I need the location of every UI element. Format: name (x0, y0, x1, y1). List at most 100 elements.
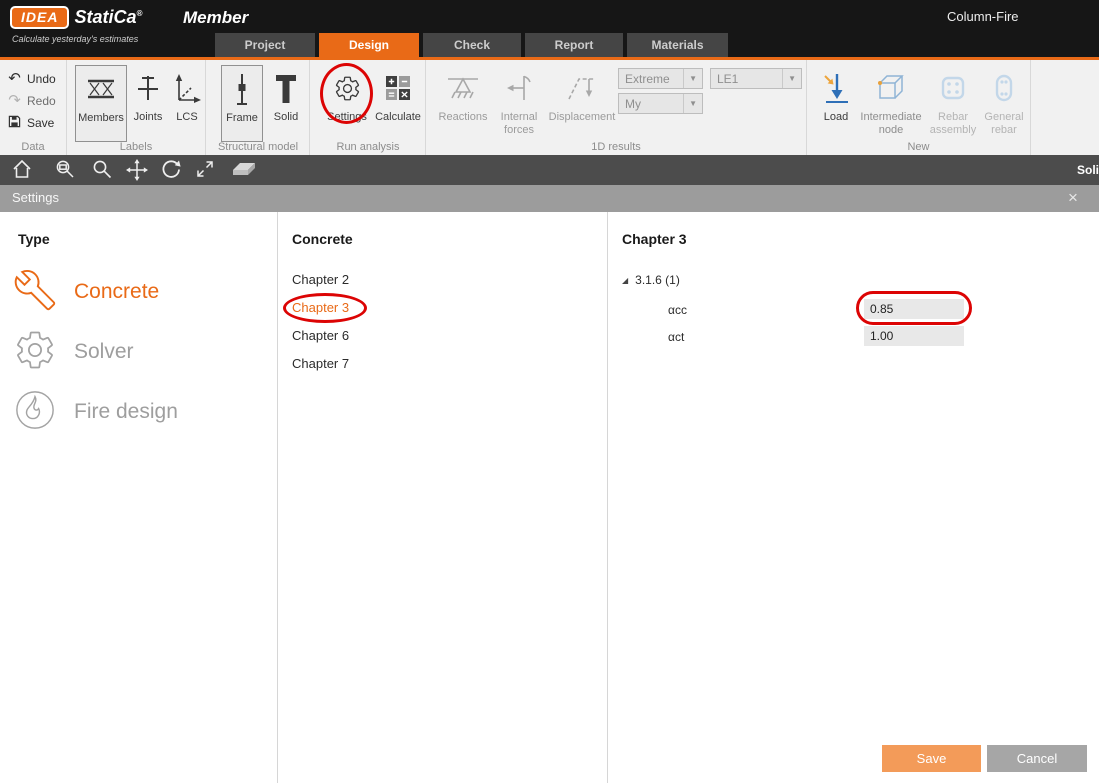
chevron-down-icon: ▼ (782, 69, 801, 88)
group-label-run-analysis: Run analysis (311, 141, 425, 153)
solid-icon (274, 65, 298, 111)
undo-icon: ↶ (7, 71, 22, 86)
acc-input[interactable] (864, 299, 964, 319)
column-divider (277, 212, 278, 783)
wrench-icon (14, 269, 56, 316)
chapter-detail-header: Chapter 3 (622, 231, 687, 247)
ribbon: ↶ Undo ↷ Redo Save Data Members Joints (0, 60, 1099, 155)
chevron-down-icon: ▼ (683, 69, 702, 88)
rebar-assembly-button[interactable]: Rebar assembly (927, 65, 979, 142)
chapter-item-7[interactable]: Chapter 7 (292, 356, 349, 376)
type-item-concrete[interactable]: Concrete (14, 268, 159, 316)
concrete-column-header: Concrete (292, 231, 353, 247)
type-item-solver[interactable]: Solver (14, 328, 134, 376)
displacement-button[interactable]: Displacement (546, 65, 618, 142)
lcs-icon (173, 65, 201, 111)
title-bar: IDEA StatiCa® Calculate yesterday's esti… (0, 0, 1099, 57)
chapter-item-6[interactable]: Chapter 6 (292, 328, 349, 348)
close-icon[interactable]: × (1068, 188, 1078, 208)
internal-forces-icon (504, 65, 534, 111)
intermediate-node-button[interactable]: Intermediate node (857, 65, 925, 142)
acc-field-label: αcc (668, 303, 687, 317)
tab-project[interactable]: Project (215, 33, 315, 57)
settings-panel-header: Settings × (0, 185, 1099, 212)
displacement-icon (565, 65, 599, 111)
group-label-data: Data (0, 141, 66, 153)
frame-button[interactable]: Frame (221, 65, 263, 142)
members-icon (86, 66, 116, 112)
home-icon[interactable] (12, 159, 32, 184)
rebar-assembly-icon (938, 65, 968, 111)
group-label-new: New (807, 141, 1030, 153)
ribbon-group-data: ↶ Undo ↷ Redo Save Data (0, 60, 67, 155)
undo-button[interactable]: ↶ Undo (7, 69, 56, 88)
tab-materials[interactable]: Materials (627, 33, 728, 57)
intermediate-node-icon (876, 65, 906, 111)
ribbon-group-structural-model: Frame Solid Structural model (207, 60, 310, 155)
component-dropdown-value: My (625, 97, 641, 111)
app-window: IDEA StatiCa® Calculate yesterday's esti… (0, 0, 1099, 783)
ribbon-group-run-analysis: Settings Calculate Run analysis (311, 60, 426, 155)
general-rebar-button[interactable]: General rebar (979, 65, 1029, 142)
group-label-labels: Labels (67, 141, 205, 153)
type-item-fire-design[interactable]: Fire design (14, 388, 178, 436)
chapter-item-3[interactable]: Chapter 3 (292, 300, 349, 320)
solid-view-icon[interactable] (231, 159, 257, 184)
tagline: Calculate yesterday's estimates (12, 34, 138, 44)
view-mode-label: Solid (1077, 163, 1099, 177)
frame-icon (233, 66, 251, 112)
chevron-down-icon: ▼ (683, 94, 702, 113)
chapter-item-2[interactable]: Chapter 2 (292, 272, 349, 292)
idea-logo-mark: IDEA (10, 6, 69, 29)
ribbon-group-labels: Members Joints LCS Labels (67, 60, 206, 155)
reactions-icon (446, 65, 480, 111)
ribbon-save-button[interactable]: Save (7, 113, 54, 132)
statica-text: StatiCa (74, 7, 136, 27)
joints-button[interactable]: Joints (129, 65, 167, 142)
pan-icon[interactable] (126, 159, 148, 185)
gear-icon (14, 329, 56, 376)
zoom-window-icon[interactable] (55, 159, 77, 184)
reactions-button[interactable]: Reactions (434, 65, 492, 142)
tab-design[interactable]: Design (319, 33, 419, 57)
settings-gear-icon (334, 65, 361, 111)
calculate-button[interactable]: Calculate (373, 65, 423, 142)
save-button[interactable]: Save (882, 745, 981, 772)
load-button[interactable]: Load (817, 65, 855, 142)
cancel-button[interactable]: Cancel (987, 745, 1087, 772)
redo-icon: ↷ (7, 93, 22, 108)
extreme-dropdown[interactable]: Extreme ▼ (618, 68, 703, 89)
solid-button[interactable]: Solid (265, 65, 307, 142)
redo-button[interactable]: ↷ Redo (7, 91, 56, 110)
lcs-button[interactable]: LCS (169, 65, 205, 142)
internal-forces-button[interactable]: Internal forces (492, 65, 546, 142)
settings-panel-body: Type Concrete Solver Fire design Concret… (0, 212, 1099, 783)
act-field-label: αct (668, 330, 684, 344)
refresh-icon[interactable] (161, 159, 181, 184)
viewport-toolbar: Solid (0, 155, 1099, 185)
tree-node-316[interactable]: ◢ 3.1.6 (1) (622, 273, 680, 287)
tree-expander-icon[interactable]: ◢ (622, 276, 628, 285)
ribbon-group-new: Load Intermediate node Rebar assembly Ge… (807, 60, 1031, 155)
act-input[interactable] (864, 326, 964, 346)
loadcase-dropdown[interactable]: LE1 ▼ (710, 68, 802, 89)
settings-button[interactable]: Settings (323, 65, 371, 142)
document-title: Column-Fire (947, 9, 1019, 24)
column-divider (607, 212, 608, 783)
fire-icon (14, 389, 56, 436)
registered-mark: ® (136, 9, 142, 18)
members-button[interactable]: Members (75, 65, 127, 142)
product-name: Member (183, 8, 248, 28)
tab-report[interactable]: Report (525, 33, 623, 57)
calculate-icon (385, 65, 411, 111)
panel-title: Settings (12, 190, 59, 205)
ribbon-group-1d-results: Reactions Internal forces Displacement E… (426, 60, 807, 155)
joints-icon (136, 65, 160, 111)
tab-check[interactable]: Check (423, 33, 521, 57)
component-dropdown[interactable]: My ▼ (618, 93, 703, 114)
group-label-structural-model: Structural model (207, 141, 309, 153)
zoom-icon[interactable] (92, 159, 112, 184)
fit-view-icon[interactable] (195, 159, 215, 184)
statica-wordmark: StatiCa® (74, 7, 142, 28)
load-icon (823, 65, 849, 111)
